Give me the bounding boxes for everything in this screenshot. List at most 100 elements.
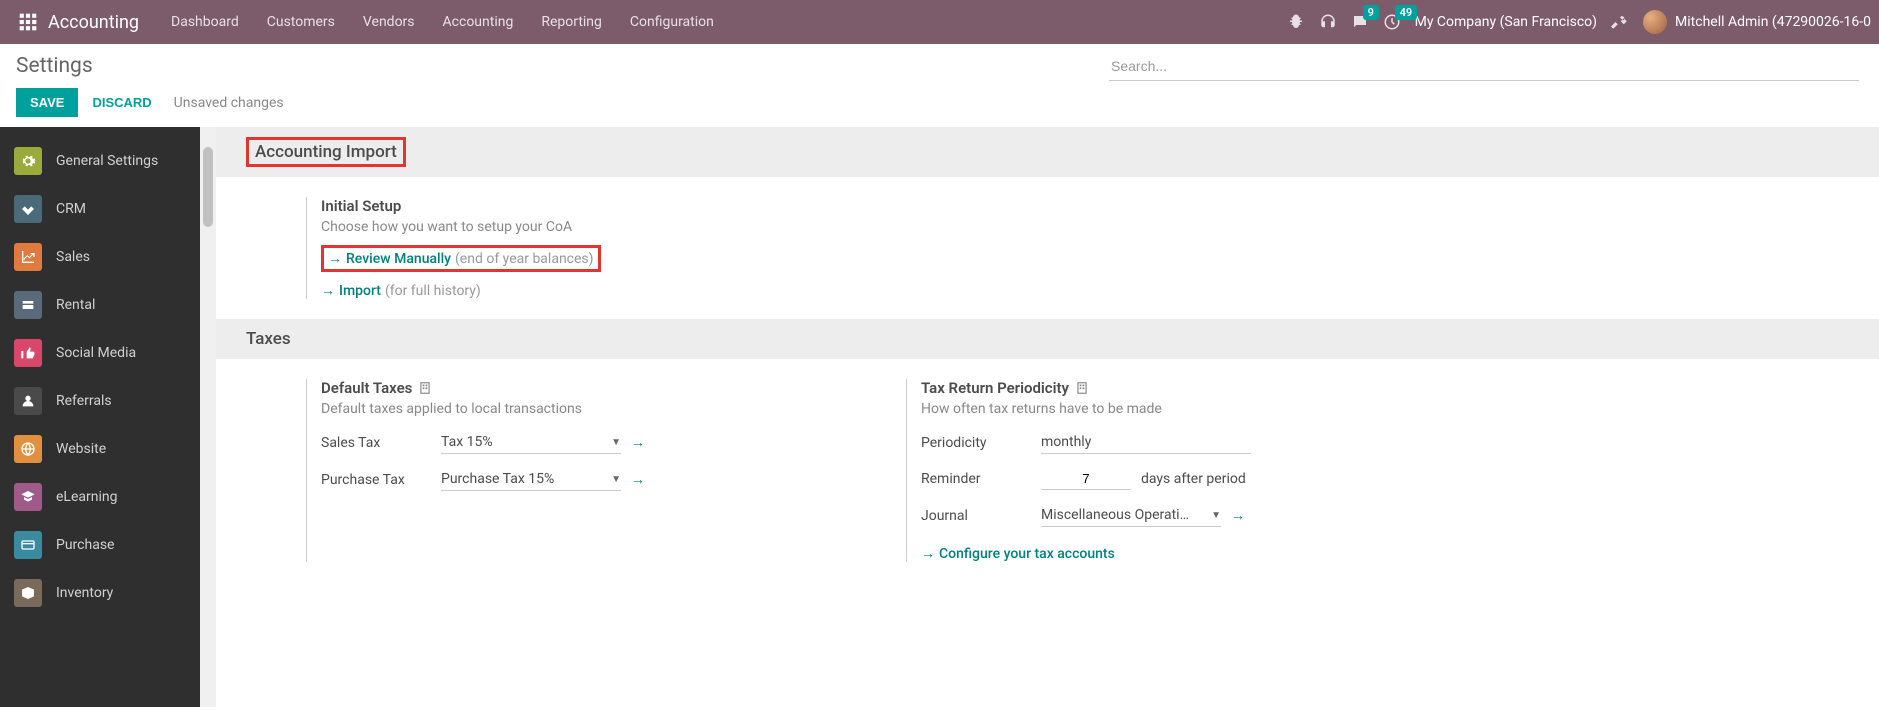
activities-button[interactable]: 49 (1383, 13, 1401, 31)
section-header-import: Accounting Import (216, 127, 1879, 177)
reminder-label: Reminder (921, 471, 1041, 487)
user-name: Mitchell Admin (47290026-16-0 (1675, 14, 1871, 30)
configure-tax-accounts-link[interactable]: → Configure your tax accounts (921, 545, 1446, 562)
initial-setup-block: Initial Setup Choose how you want to set… (306, 197, 846, 299)
configure-label: Configure your tax accounts (939, 546, 1115, 562)
sidebar-item-referrals[interactable]: Referrals (0, 377, 200, 425)
user-menu[interactable]: Mitchell Admin (47290026-16-0 (1643, 10, 1871, 34)
journal-label: Journal (921, 508, 1041, 524)
sidebar-item-social[interactable]: Social Media (0, 329, 200, 377)
journal-row: Journal Miscellaneous Operations ▼ → (921, 504, 1446, 527)
review-hint: (end of year balances) (455, 251, 594, 267)
periodicity-row: Periodicity monthly (921, 431, 1446, 454)
unsaved-label: Unsaved changes (174, 95, 284, 111)
tax-return-title: Tax Return Periodicity (921, 379, 1446, 397)
review-manually-link[interactable]: → Review Manually (end of year balances) (321, 245, 601, 272)
globe-icon (14, 435, 42, 463)
avatar (1643, 10, 1667, 34)
support-icon[interactable] (1319, 13, 1337, 31)
building-icon (1075, 381, 1089, 395)
sidebar-label: eLearning (56, 489, 117, 505)
section-body-import: Initial Setup Choose how you want to set… (216, 177, 1879, 319)
search-wrap (1109, 52, 1859, 81)
top-right: 9 49 My Company (San Francisco) Mitchell… (1287, 10, 1871, 34)
sidebar-item-rental[interactable]: Rental (0, 281, 200, 329)
sidebar-item-purchase[interactable]: Purchase (0, 521, 200, 569)
default-taxes-block: Default Taxes Default taxes applied to l… (306, 379, 846, 562)
import-link[interactable]: → Import (for full history) (321, 282, 846, 299)
sidebar-item-sales[interactable]: Sales (0, 233, 200, 281)
periodicity-label: Periodicity (921, 435, 1041, 451)
card-icon (14, 531, 42, 559)
import-hint: (for full history) (385, 283, 481, 299)
purchase-tax-row: Purchase Tax Purchase Tax 15% ▼ → (321, 468, 846, 491)
scroll-thumb[interactable] (203, 147, 213, 227)
external-link-icon[interactable]: → (1231, 507, 1245, 524)
box-icon (14, 579, 42, 607)
chevron-down-icon: ▼ (611, 437, 621, 448)
arrow-right-icon: → (321, 282, 335, 299)
top-nav: Accounting Dashboard Customers Vendors A… (0, 0, 1879, 44)
menu-reporting[interactable]: Reporting (529, 14, 614, 30)
sidebar-item-elearning[interactable]: eLearning (0, 473, 200, 521)
arrow-right-icon: → (921, 545, 935, 562)
menu-configuration[interactable]: Configuration (618, 14, 726, 30)
body: General Settings CRM Sales Rental Social… (0, 127, 1879, 707)
sidebar-label: Social Media (56, 345, 136, 361)
top-menu: Dashboard Customers Vendors Accounting R… (159, 14, 726, 30)
reminder-row: Reminder days after period (921, 468, 1446, 490)
sales-tax-row: Sales Tax Tax 15% ▼ → (321, 431, 846, 454)
initial-setup-desc: Choose how you want to setup your CoA (321, 219, 846, 235)
initial-setup-title: Initial Setup (321, 197, 846, 215)
purchase-tax-select[interactable]: Purchase Tax 15% ▼ (441, 468, 621, 491)
search-input[interactable] (1109, 52, 1859, 81)
messages-badge: 9 (1363, 5, 1379, 20)
menu-dashboard[interactable]: Dashboard (159, 14, 251, 30)
purchase-tax-label: Purchase Tax (321, 472, 441, 488)
import-header-text: Accounting Import (246, 137, 406, 167)
sidebar-label: Website (56, 441, 106, 457)
review-label: Review Manually (346, 251, 451, 267)
key-icon (14, 291, 42, 319)
import-label: Import (339, 283, 381, 299)
tools-icon[interactable] (1611, 13, 1629, 31)
tax-return-block: Tax Return Periodicity How often tax ret… (906, 379, 1446, 562)
discard-button[interactable]: DISCARD (78, 88, 165, 117)
scrollbar[interactable] (200, 127, 216, 707)
chart-icon (14, 243, 42, 271)
sidebar-item-website[interactable]: Website (0, 425, 200, 473)
arrow-right-icon: → (328, 250, 342, 267)
default-taxes-title: Default Taxes (321, 379, 846, 397)
periodicity-select[interactable]: monthly (1041, 431, 1251, 454)
graduation-icon (14, 483, 42, 511)
thumbsup-icon (14, 339, 42, 367)
sidebar-label: Purchase (56, 537, 114, 553)
external-link-icon[interactable]: → (631, 434, 645, 451)
building-icon (418, 381, 432, 395)
sidebar-item-crm[interactable]: CRM (0, 185, 200, 233)
menu-customers[interactable]: Customers (255, 14, 347, 30)
menu-accounting[interactable]: Accounting (431, 14, 526, 30)
section-header-taxes: Taxes (216, 319, 1879, 359)
sales-tax-select[interactable]: Tax 15% ▼ (441, 431, 621, 454)
bug-icon[interactable] (1287, 13, 1305, 31)
sidebar-label: General Settings (56, 153, 158, 169)
sales-tax-label: Sales Tax (321, 435, 441, 451)
messages-button[interactable]: 9 (1351, 13, 1369, 31)
tax-return-desc: How often tax returns have to be made (921, 401, 1446, 417)
chevron-down-icon: ▼ (1211, 510, 1221, 521)
menu-vendors[interactable]: Vendors (351, 14, 427, 30)
people-icon (14, 387, 42, 415)
journal-select[interactable]: Miscellaneous Operations ▼ (1041, 504, 1221, 527)
chevron-down-icon: ▼ (611, 474, 621, 485)
app-brand[interactable]: Accounting (48, 12, 139, 33)
company-switcher[interactable]: My Company (San Francisco) (1415, 14, 1597, 30)
sidebar-item-inventory[interactable]: Inventory (0, 569, 200, 617)
sidebar-item-general[interactable]: General Settings (0, 137, 200, 185)
save-button[interactable]: SAVE (16, 88, 78, 117)
gear-icon (14, 147, 42, 175)
external-link-icon[interactable]: → (631, 471, 645, 488)
apps-icon[interactable] (18, 12, 38, 32)
reminder-input[interactable] (1041, 468, 1131, 490)
sidebar-label: CRM (56, 201, 86, 217)
